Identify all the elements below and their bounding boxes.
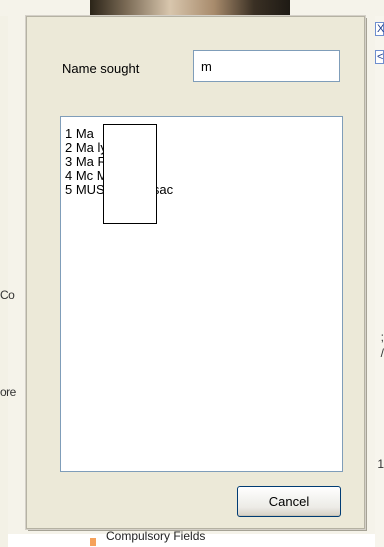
- screen: X < Co ore ; / 1 Compulsory Fields Name …: [0, 0, 384, 547]
- background-left-text-1: Co: [0, 288, 15, 302]
- compulsory-fields-label: Compulsory Fields: [106, 529, 206, 543]
- background-left-text-2: ore: [0, 385, 16, 399]
- background-right-text-1: ;: [380, 330, 384, 344]
- background-right-text-3: 1: [377, 457, 384, 471]
- background-photo-strip: [90, 0, 290, 16]
- name-sought-input[interactable]: [193, 50, 340, 82]
- compulsory-marker: [90, 538, 96, 546]
- background-close-link[interactable]: X: [375, 22, 384, 36]
- results-list[interactable]: 1 Ma 2 Ma ly 3 Ma Richard 4 Mc Margaret …: [60, 116, 343, 472]
- background-left-strip: [0, 16, 8, 547]
- redaction-box: [103, 124, 157, 224]
- name-search-dialog: Name sought 1 Ma 2 Ma ly 3 Ma Richard 4 …: [26, 16, 365, 529]
- cancel-button[interactable]: Cancel: [237, 486, 341, 517]
- background-bottom-bar: Compulsory Fields: [8, 529, 375, 547]
- background-back-link[interactable]: <: [375, 50, 384, 64]
- background-right-text-2: /: [380, 346, 384, 360]
- name-sought-label: Name sought: [62, 61, 140, 76]
